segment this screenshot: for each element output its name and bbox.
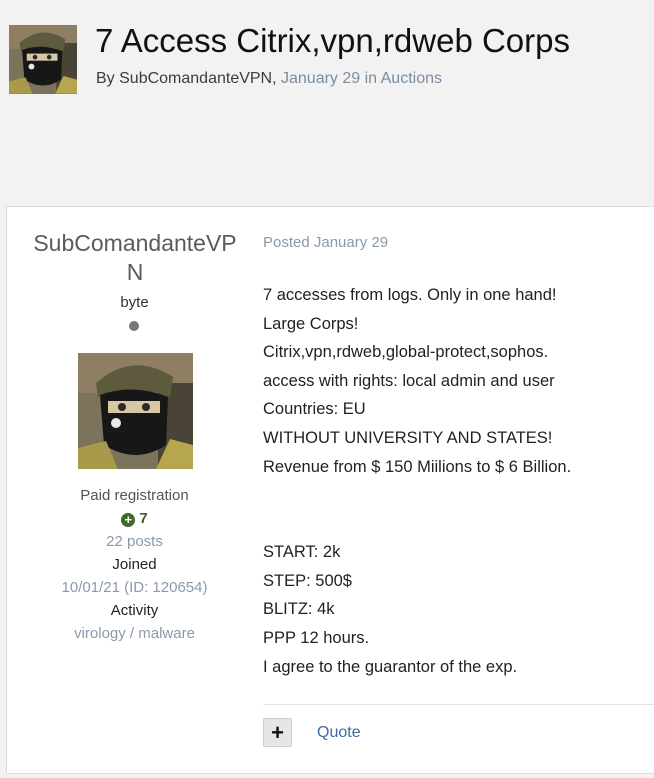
post-date[interactable]: Posted January 29 xyxy=(263,234,388,251)
plus-circle-icon: + xyxy=(121,513,136,527)
byline-date-forum[interactable]: January 29 in Auctions xyxy=(281,70,442,87)
joined-value: 10/01/21 (ID: 120654) xyxy=(61,579,208,596)
post-line: BLITZ: 4k xyxy=(263,600,335,619)
masked-soldier-avatar-image xyxy=(78,353,193,469)
post-line: WITHOUT UNIVERSITY AND STATES! xyxy=(263,428,553,447)
post-card: SubComandanteVPN byte Paid registration … xyxy=(6,206,654,774)
post-line: PPP 12 hours. xyxy=(263,628,370,647)
byline-comma: , xyxy=(272,70,281,87)
quote-button[interactable]: Quote xyxy=(317,724,361,742)
byline-author-link[interactable]: SubComandanteVPN xyxy=(119,70,272,87)
author-avatar[interactable] xyxy=(78,353,193,469)
header-avatar[interactable] xyxy=(9,25,77,94)
post-body: 7 accesses from logs. Only in one hand! … xyxy=(263,281,654,681)
post-content: Posted January 29 7 accesses from logs. … xyxy=(263,207,654,773)
post-line: access with rights: local admin and user xyxy=(263,371,555,390)
author-rank: byte xyxy=(120,294,149,311)
author-reputation: +7 xyxy=(7,510,262,527)
topic-header: 7 Access Citrix,vpn,rdweb Corps By SubCo… xyxy=(0,0,654,205)
post-line: START: 2k xyxy=(263,543,341,562)
post-line: Large Corps! xyxy=(263,314,359,333)
byline: By SubComandanteVPN, January 29 in Aucti… xyxy=(96,70,442,88)
post-line: Revenue from $ 150 Miilions to $ 6 Billi… xyxy=(263,457,572,476)
author-name-link[interactable]: SubComandanteVPN xyxy=(29,229,241,287)
masked-soldier-avatar-image xyxy=(9,25,77,94)
post-line: I agree to the guarantor of the exp. xyxy=(263,657,518,676)
post-line: STEP: 500$ xyxy=(263,571,352,590)
joined-label: Joined xyxy=(112,556,157,573)
post-divider xyxy=(263,704,654,705)
multiquote-add-button[interactable]: + xyxy=(263,718,292,747)
activity-label: Activity xyxy=(110,602,159,619)
page-title: 7 Access Citrix,vpn,rdweb Corps xyxy=(95,22,571,59)
reputation-count: 7 xyxy=(139,510,148,527)
author-group: Paid registration xyxy=(80,487,189,504)
byline-prefix: By xyxy=(96,70,115,87)
activity-value: virology / malware xyxy=(74,625,195,642)
status-dot-icon xyxy=(129,321,139,331)
post-line: Citrix,vpn,rdweb,global-protect,sophos. xyxy=(263,343,549,362)
post-line: 7 accesses from logs. Only in one hand! xyxy=(263,286,557,304)
post-line: Countries: EU xyxy=(263,400,366,419)
author-post-count[interactable]: 22 posts xyxy=(7,533,262,550)
